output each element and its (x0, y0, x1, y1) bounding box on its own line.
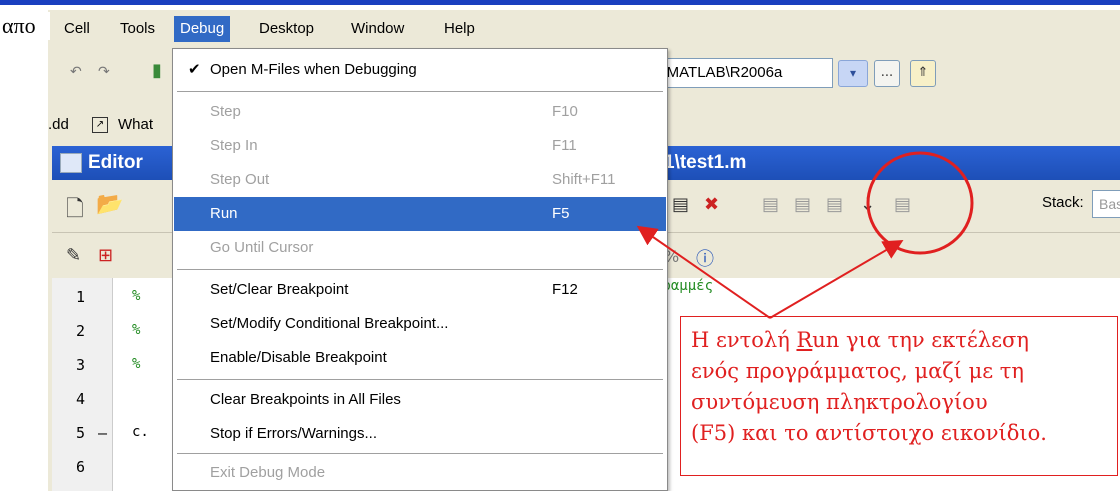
checkmark-icon: ✔ (188, 61, 201, 78)
whats-new-icon: ↗ (92, 117, 108, 133)
menu-item-stop-if-errors-warnings[interactable]: Stop if Errors/Warnings... (174, 417, 666, 451)
menu-item-shortcut: F11 (552, 137, 577, 154)
menu-item-step-out[interactable]: Step Out Shift+F11 (174, 163, 666, 197)
menu-item-label: Enable/Disable Breakpoint (210, 349, 387, 366)
menu-item-label: Step In (210, 137, 258, 154)
folder-up-icon: ⇑ (917, 65, 929, 80)
breakpoint-dash[interactable]: – (98, 424, 107, 442)
line-number: 2 (76, 322, 86, 340)
menu-help[interactable]: Help (438, 16, 481, 42)
menu-item-shortcut: Shift+F11 (552, 171, 616, 188)
document-text-fragment: απο (0, 12, 50, 40)
menu-item-set-clear-breakpoint[interactable]: Set/Clear Breakpoint F12 (174, 273, 666, 307)
open-file-icon[interactable]: 📂 (96, 192, 123, 217)
annotation-line: Η εντολή Run για την εκτέλεση (691, 325, 1107, 356)
top-blue-rule (0, 0, 1120, 5)
menu-item-open-mfiles-when-debugging[interactable]: ✔ Open M-Files when Debugging (174, 53, 666, 87)
menu-item-label: Stop if Errors/Warnings... (210, 425, 377, 442)
menu-item-label: Exit Debug Mode (210, 464, 326, 481)
code-line: % (132, 288, 141, 304)
browse-folder-button[interactable]: ... (874, 60, 900, 87)
annotation-underlined-letter: R (796, 328, 813, 352)
code-line: % (132, 322, 141, 338)
debug-menu-dropdown: ✔ Open M-Files when Debugging Step F10 S… (172, 48, 668, 491)
menu-item-shortcut: F5 (552, 205, 570, 222)
menu-item-label: Go Until Cursor (210, 239, 314, 256)
menubar: Cell Tools Debug Desktop Window Help (48, 10, 1120, 48)
add-shortcut-label[interactable]: .dd (48, 110, 69, 140)
exit-debug-icon[interactable]: ▤ (894, 194, 911, 215)
line-number: 6 (76, 458, 86, 476)
menu-cell[interactable]: Cell (58, 16, 96, 42)
step-icon[interactable]: ▤ (762, 194, 779, 215)
menu-item-run[interactable]: Run F5 (174, 197, 666, 231)
menu-desktop[interactable]: Desktop (253, 16, 320, 42)
menu-item-label: Set/Clear Breakpoint (210, 281, 349, 298)
help-info-icon[interactable]: ⓘ (696, 245, 714, 271)
stack-label: Stack: (1042, 194, 1084, 211)
annotation-callout: Η εντολή Run για την εκτέλεση ενός προγρ… (680, 316, 1118, 476)
menu-separator (177, 379, 663, 380)
run-icon[interactable]: ⇣ (860, 194, 875, 215)
new-file-icon[interactable]: 🗋 (66, 192, 84, 230)
step-in-icon[interactable]: ▤ (794, 194, 811, 215)
line-number-gutter: 1 2 3 4 5 – 6 (52, 278, 113, 491)
editor-title: Editor (88, 152, 143, 173)
step-out-icon[interactable]: ▤ (826, 194, 843, 215)
editor-window-icon (60, 153, 82, 173)
redo-icon[interactable]: ↷ (98, 64, 110, 80)
stack-select[interactable]: Base (1092, 190, 1120, 218)
annotation-line: συντόμευση πληκτρολογίου (691, 390, 988, 414)
code-line: % (132, 356, 141, 372)
up-folder-button[interactable]: ⇑ (910, 60, 936, 87)
menu-item-shortcut: F12 (552, 281, 578, 298)
insert-cell-icon[interactable]: ⊞ (98, 245, 113, 266)
annotation-text: un για την εκτέλεση (812, 328, 1029, 352)
annotation-line: ενός προγράμματος, μαζί με τη (691, 359, 1024, 383)
directory-dropdown-button[interactable]: ▾ (838, 60, 868, 87)
menu-item-shortcut: F10 (552, 103, 578, 120)
menu-item-go-until-cursor[interactable]: Go Until Cursor (174, 231, 666, 265)
chevron-down-icon: ▾ (849, 66, 857, 80)
menu-window[interactable]: Window (345, 16, 410, 42)
menu-item-label: Open M-Files when Debugging (210, 61, 417, 78)
code-line: c. (132, 424, 149, 440)
undo-icon[interactable]: ↶ (70, 64, 82, 80)
line-number: 5 (76, 424, 86, 442)
line-number: 3 (76, 356, 86, 374)
line-number: 4 (76, 390, 86, 408)
clear-breakpoints-icon[interactable]: ✖ (704, 194, 719, 215)
whats-new-link[interactable]: What (118, 110, 153, 140)
menu-debug[interactable]: Debug (174, 16, 231, 42)
simulink-icon[interactable]: ▮ (152, 60, 162, 81)
set-breakpoint-icon[interactable]: ▤ (672, 194, 689, 215)
menu-item-enable-disable-breakpoint[interactable]: Enable/Disable Breakpoint (174, 341, 666, 375)
menu-tools[interactable]: Tools (114, 16, 161, 42)
line-number: 1 (76, 288, 86, 306)
menu-item-clear-breakpoints-all-files[interactable]: Clear Breakpoints in All Files (174, 383, 666, 417)
menu-item-set-modify-conditional-breakpoint[interactable]: Set/Modify Conditional Breakpoint... (174, 307, 666, 341)
menu-item-step[interactable]: Step F10 (174, 95, 666, 129)
menu-item-label: Step Out (210, 171, 270, 188)
menu-item-label: Clear Breakpoints in All Files (210, 391, 401, 408)
menu-separator (177, 453, 663, 454)
annotation-text: Η εντολή (691, 328, 797, 352)
menu-item-label: Run (210, 205, 238, 222)
annotation-line: (F5) και το αντίστοιχο εικονίδιο. (691, 421, 1047, 445)
cell-mode-icon[interactable]: ✎ (66, 245, 81, 266)
menu-item-label: Set/Modify Conditional Breakpoint... (210, 315, 449, 332)
editor-file-path: 1\test1.m (664, 152, 747, 173)
menu-item-label: Step (210, 103, 241, 120)
menu-separator (177, 269, 663, 270)
menu-item-step-in[interactable]: Step In F11 (174, 129, 666, 163)
menu-separator (177, 91, 663, 92)
menu-item-exit-debug-mode[interactable]: Exit Debug Mode (174, 456, 666, 490)
